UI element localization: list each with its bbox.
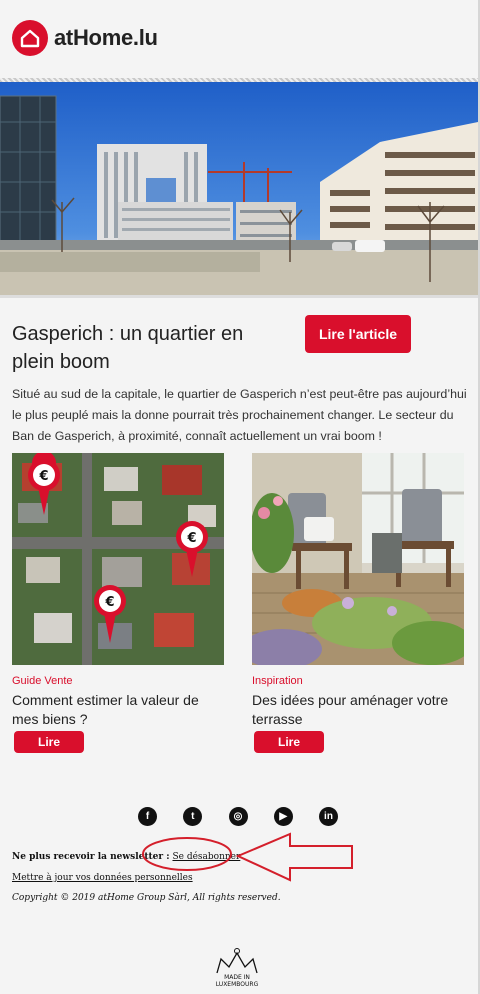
- read-button[interactable]: Lire: [14, 731, 84, 753]
- card-category[interactable]: Inspiration: [252, 675, 464, 687]
- copyright-text: Copyright © 2019 atHome Group Sàrl, All …: [12, 893, 281, 903]
- card-inspiration: Inspiration Des idées pour aménager votr…: [252, 453, 464, 753]
- newsletter-page: atHome.lu Gasperich: un quartier en ple…: [0, 0, 480, 994]
- twitter-icon[interactable]: t: [183, 807, 203, 826]
- house-icon: [12, 20, 48, 56]
- card-title[interactable]: Comment estimer la valeur de mes biens ?: [12, 691, 224, 729]
- card-title[interactable]: Des idées pour aménager votre terrasse: [252, 691, 464, 729]
- unsubscribe-row: Ne plus recevoir la newsletter : Se désa…: [12, 850, 352, 864]
- card-category[interactable]: Guide Vente: [12, 675, 224, 687]
- instagram-icon[interactable]: ◎: [228, 807, 248, 826]
- read-article-button[interactable]: Lire l'article: [305, 315, 411, 353]
- read-button[interactable]: Lire: [254, 731, 324, 753]
- badge-line-2: LUXEMBOURG: [215, 981, 259, 988]
- update-data-link[interactable]: Mettre à jour vos données personnelles: [12, 873, 193, 883]
- svg-text:€: €: [38, 469, 48, 484]
- youtube-icon[interactable]: ▶: [273, 807, 293, 826]
- brand-logo[interactable]: atHome.lu: [12, 20, 158, 56]
- hero-image[interactable]: [0, 82, 478, 298]
- article-title[interactable]: Gasperich : un quartier en plein boom: [12, 320, 262, 376]
- header: atHome.lu: [0, 0, 478, 78]
- brand-name: atHome.lu: [54, 25, 158, 50]
- card-guide-vente: € € € Guide Vente Comment estimer la val…: [12, 453, 224, 753]
- facebook-icon[interactable]: f: [138, 807, 157, 826]
- unsubscribe-label: Ne plus recevoir la newsletter :: [12, 852, 170, 862]
- terrace-image[interactable]: [252, 453, 464, 665]
- made-in-luxembourg-badge: MADE IN LUXEMBOURG: [211, 947, 263, 993]
- unsubscribe-link[interactable]: Se désabonner: [172, 852, 240, 862]
- svg-text:€: €: [104, 595, 114, 610]
- social-links: f t ◎ ▶ in: [138, 807, 338, 829]
- footer: Ne plus recevoir la newsletter : Se désa…: [12, 850, 352, 903]
- aerial-houses-image[interactable]: € € €: [12, 453, 224, 665]
- badge-line-1: MADE IN: [224, 974, 250, 981]
- crown-icon: [216, 948, 258, 974]
- article-intro: Situé au sud de la capitale, le quartier…: [12, 387, 467, 443]
- svg-text:€: €: [186, 531, 196, 546]
- linkedin-icon[interactable]: in: [319, 807, 338, 826]
